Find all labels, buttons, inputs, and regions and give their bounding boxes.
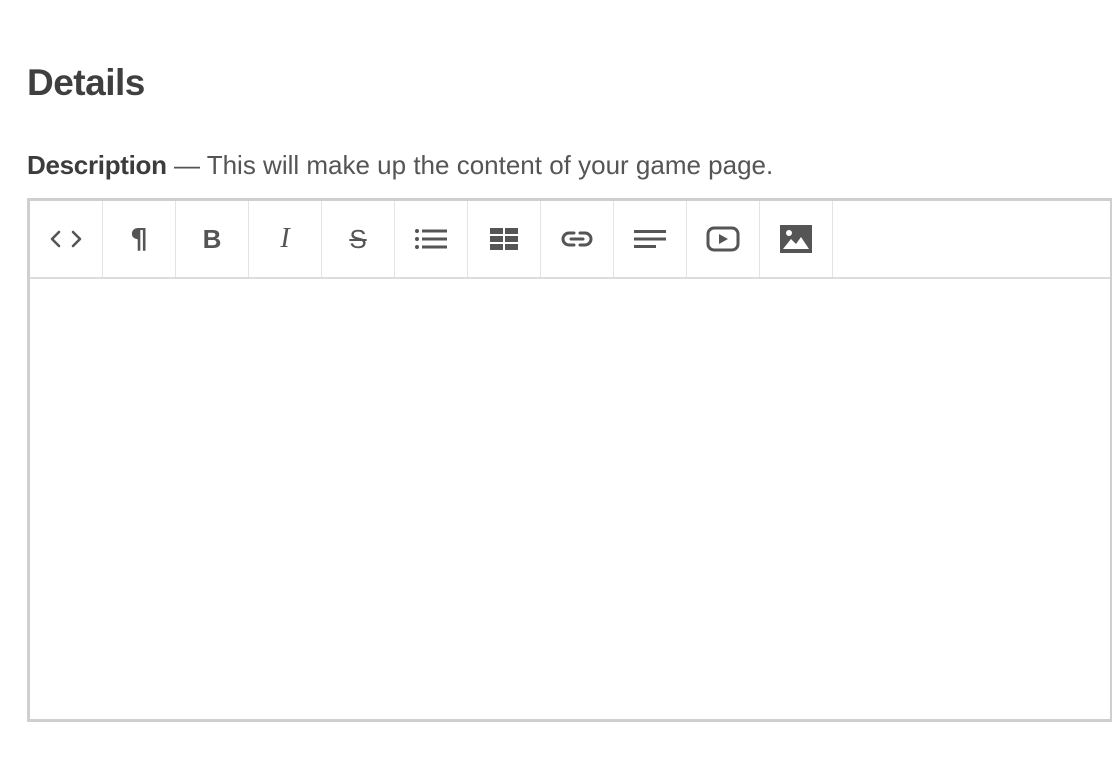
- details-page: Details Description — This will make up …: [0, 0, 1112, 768]
- italic-icon: I: [280, 223, 290, 254]
- rich-text-editor: ¶ B I S: [27, 198, 1112, 722]
- insert-video-button[interactable]: [687, 201, 760, 277]
- paragraph-format-button[interactable]: ¶: [103, 201, 176, 277]
- align-button[interactable]: [614, 201, 687, 277]
- insert-table-button[interactable]: [468, 201, 541, 277]
- video-icon: [706, 226, 740, 252]
- align-left-icon: [633, 228, 667, 250]
- bold-icon: B: [202, 224, 222, 254]
- description-label-text: Description: [27, 150, 167, 180]
- image-icon: [780, 225, 812, 253]
- link-icon: [560, 229, 594, 249]
- insert-link-button[interactable]: [541, 201, 614, 277]
- section-title: Details: [27, 62, 145, 103]
- insert-image-button[interactable]: [760, 201, 833, 277]
- bold-button[interactable]: B: [176, 201, 249, 277]
- strikethrough-icon: S: [349, 224, 367, 254]
- code-view-button[interactable]: [30, 201, 103, 277]
- paragraph-icon: ¶: [130, 222, 148, 255]
- code-icon: [49, 229, 83, 249]
- strikethrough-button[interactable]: S: [322, 201, 395, 277]
- description-hint: — This will make up the content of your …: [166, 150, 774, 180]
- description-label: Description — This will make up the cont…: [27, 148, 773, 182]
- editor-toolbar: ¶ B I S: [30, 201, 1110, 279]
- description-editor-content[interactable]: [30, 279, 1110, 719]
- italic-button[interactable]: I: [249, 201, 322, 277]
- table-icon: [489, 227, 519, 251]
- bullet-list-icon: [414, 227, 448, 251]
- unordered-list-button[interactable]: [395, 201, 468, 277]
